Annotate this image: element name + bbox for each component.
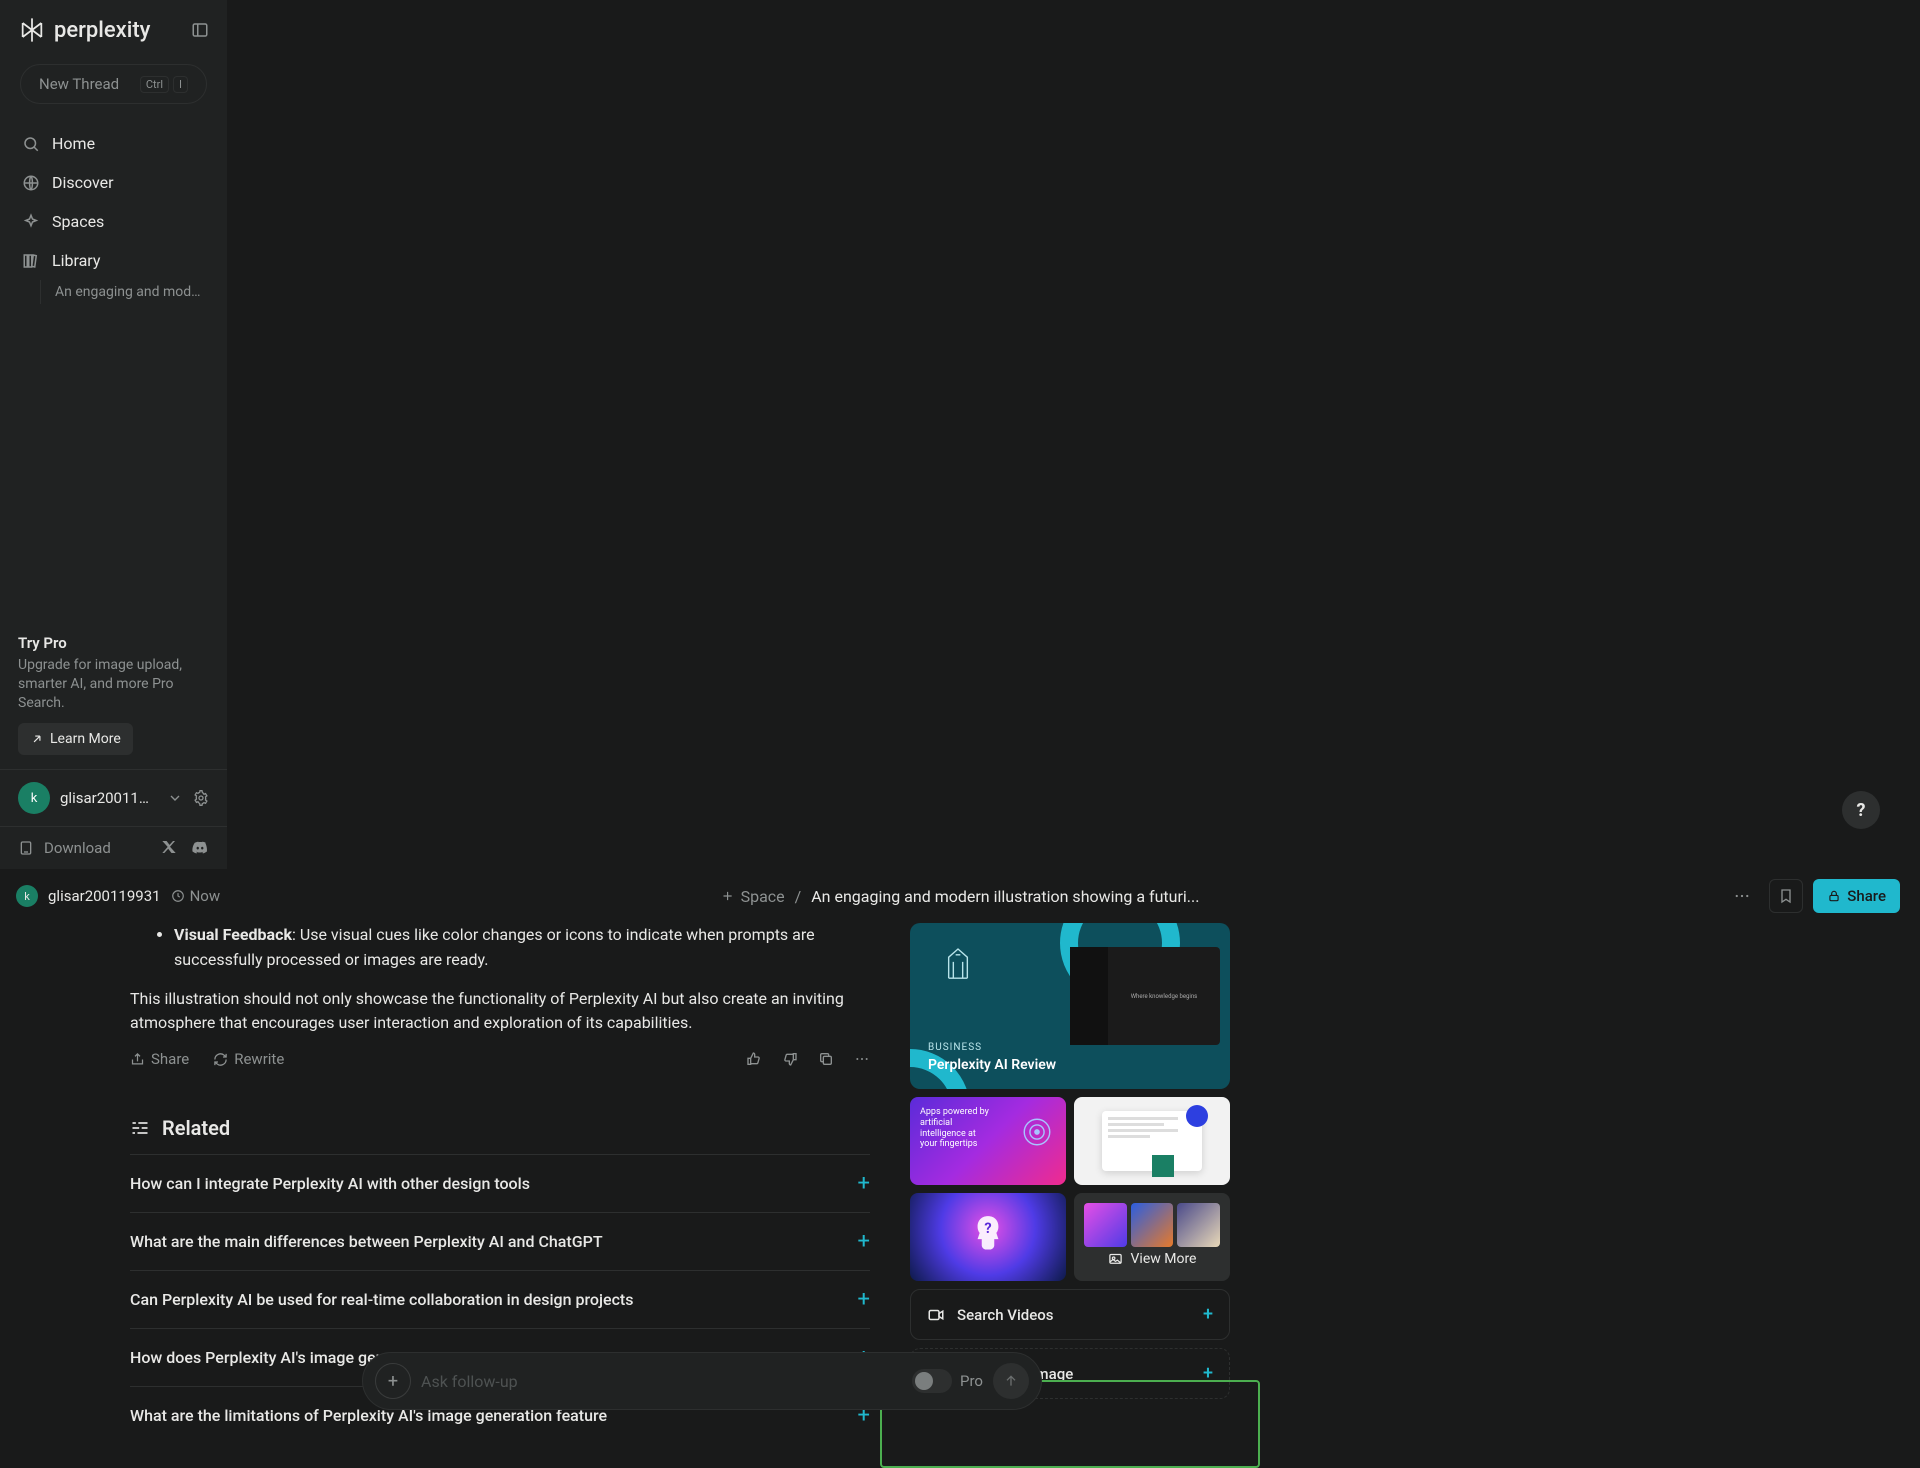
thumbs-up-icon[interactable] <box>746 1051 762 1067</box>
related-question[interactable]: What are the main differences between Pe… <box>130 1212 870 1270</box>
pro-label: Pro <box>960 1372 983 1390</box>
mock-window: Where knowledge begins <box>1070 947 1220 1045</box>
bookmark-icon[interactable] <box>1769 879 1803 913</box>
kbd-i: I <box>173 76 188 93</box>
attach-button[interactable]: + <box>375 1363 411 1399</box>
related-question[interactable]: Can Perplexity AI be used for real-time … <box>130 1270 870 1328</box>
share-answer-button[interactable]: Share <box>130 1050 189 1068</box>
rewrite-icon <box>213 1052 228 1067</box>
promo-body: Upgrade for image upload, smarter AI, an… <box>18 656 209 713</box>
thumbnail-image[interactable]: Apps powered by artificial intelligence … <box>910 1097 1066 1185</box>
nav-spaces[interactable]: Spaces <box>10 202 217 241</box>
breadcrumb-separator: / <box>795 887 802 906</box>
plus-icon: + <box>858 1287 870 1312</box>
avatar: k <box>18 782 50 814</box>
hero-caption: BUSINESS Perplexity AI Review <box>928 1042 1056 1073</box>
related-icon <box>130 1118 150 1138</box>
promo-title: Try Pro <box>18 634 209 652</box>
nav-home[interactable]: Home <box>10 124 217 163</box>
rewrite-button[interactable]: Rewrite <box>213 1050 284 1068</box>
topbar-timestamp: Now <box>171 887 221 905</box>
thumbnail-image[interactable] <box>1074 1097 1230 1185</box>
download-row: Download <box>0 826 227 869</box>
breadcrumb: Space / An engaging and modern illustrat… <box>721 887 1200 906</box>
view-more-thumbnails[interactable]: View More <box>1074 1193 1230 1281</box>
thumbs-down-icon[interactable] <box>782 1051 798 1067</box>
help-button[interactable]: ? <box>1842 791 1880 829</box>
copy-icon[interactable] <box>818 1051 834 1067</box>
thumbnail-image[interactable]: ? <box>910 1193 1066 1281</box>
plus-icon: + <box>1203 1363 1213 1384</box>
lock-icon <box>1827 889 1841 903</box>
answer-paragraph: This illustration should not only showca… <box>130 987 870 1037</box>
topbar-avatar[interactable]: k <box>16 885 38 907</box>
try-pro-promo: Try Pro Upgrade for image upload, smarte… <box>0 620 227 769</box>
more-answer-icon[interactable] <box>854 1051 870 1067</box>
gear-icon[interactable] <box>193 790 209 806</box>
pro-toggle[interactable] <box>912 1369 952 1393</box>
user-row[interactable]: k glisar200119... <box>0 769 227 826</box>
search-videos-button[interactable]: Search Videos + <box>910 1289 1230 1340</box>
discord-icon[interactable] <box>191 839 209 857</box>
external-link-icon <box>30 732 44 746</box>
related-question[interactable]: How can I integrate Perplexity AI with o… <box>130 1154 870 1212</box>
plus-icon: + <box>858 1229 870 1254</box>
topbar: k glisar200119931 Now Space / An engagin… <box>0 869 1920 923</box>
x-social-icon[interactable] <box>161 839 177 857</box>
search-icon <box>22 135 40 153</box>
page-title: An engaging and modern illustration show… <box>811 887 1199 906</box>
brand-logo[interactable]: perplexity <box>18 16 150 44</box>
clock-icon <box>171 889 185 903</box>
more-options-icon[interactable] <box>1725 879 1759 913</box>
new-thread-button[interactable]: New Thread Ctrl I <box>20 64 207 104</box>
followup-input[interactable] <box>421 1372 902 1391</box>
download-icon[interactable] <box>18 840 34 856</box>
arrow-up-icon <box>1003 1373 1019 1389</box>
followup-input-bar: + Pro <box>362 1352 1042 1410</box>
svg-text:?: ? <box>984 1219 991 1237</box>
learn-more-button[interactable]: Learn More <box>18 723 133 755</box>
nav-library[interactable]: Library <box>10 241 217 280</box>
library-icon <box>22 252 40 270</box>
video-icon <box>927 1306 945 1324</box>
building-icon <box>944 945 972 981</box>
download-label[interactable]: Download <box>44 839 111 857</box>
hero-image[interactable]: Where knowledge begins BUSINESS Perplexi… <box>910 923 1230 1089</box>
answer-actions: Share Rewrite <box>130 1050 870 1068</box>
nav-discover[interactable]: Discover <box>10 163 217 202</box>
sparkle-icon <box>22 213 40 231</box>
topbar-username[interactable]: glisar200119931 <box>48 887 161 905</box>
send-button[interactable] <box>993 1363 1029 1399</box>
globe-icon <box>22 174 40 192</box>
chevron-down-icon[interactable] <box>167 790 183 806</box>
main: k glisar200119931 Now Space / An engagin… <box>0 869 1920 1444</box>
image-icon <box>1108 1252 1123 1267</box>
space-link[interactable]: Space <box>721 887 785 906</box>
library-thread-item[interactable]: An engaging and modern illustration <box>40 280 217 304</box>
plus-icon: + <box>858 1171 870 1196</box>
plus-icon <box>721 889 735 903</box>
related-heading: Related <box>130 1116 870 1140</box>
perplexity-icon <box>18 16 46 44</box>
collapse-sidebar-icon[interactable] <box>191 21 209 39</box>
answer-bullet: Visual Feedback: Use visual cues like co… <box>174 923 870 973</box>
share-button[interactable]: Share <box>1813 879 1900 913</box>
sidebar: perplexity New Thread Ctrl I Home Discov… <box>0 0 227 869</box>
kbd-ctrl: Ctrl <box>140 76 169 93</box>
user-name: glisar200119... <box>60 789 150 807</box>
share-icon <box>130 1052 145 1067</box>
plus-icon: + <box>1203 1304 1213 1325</box>
